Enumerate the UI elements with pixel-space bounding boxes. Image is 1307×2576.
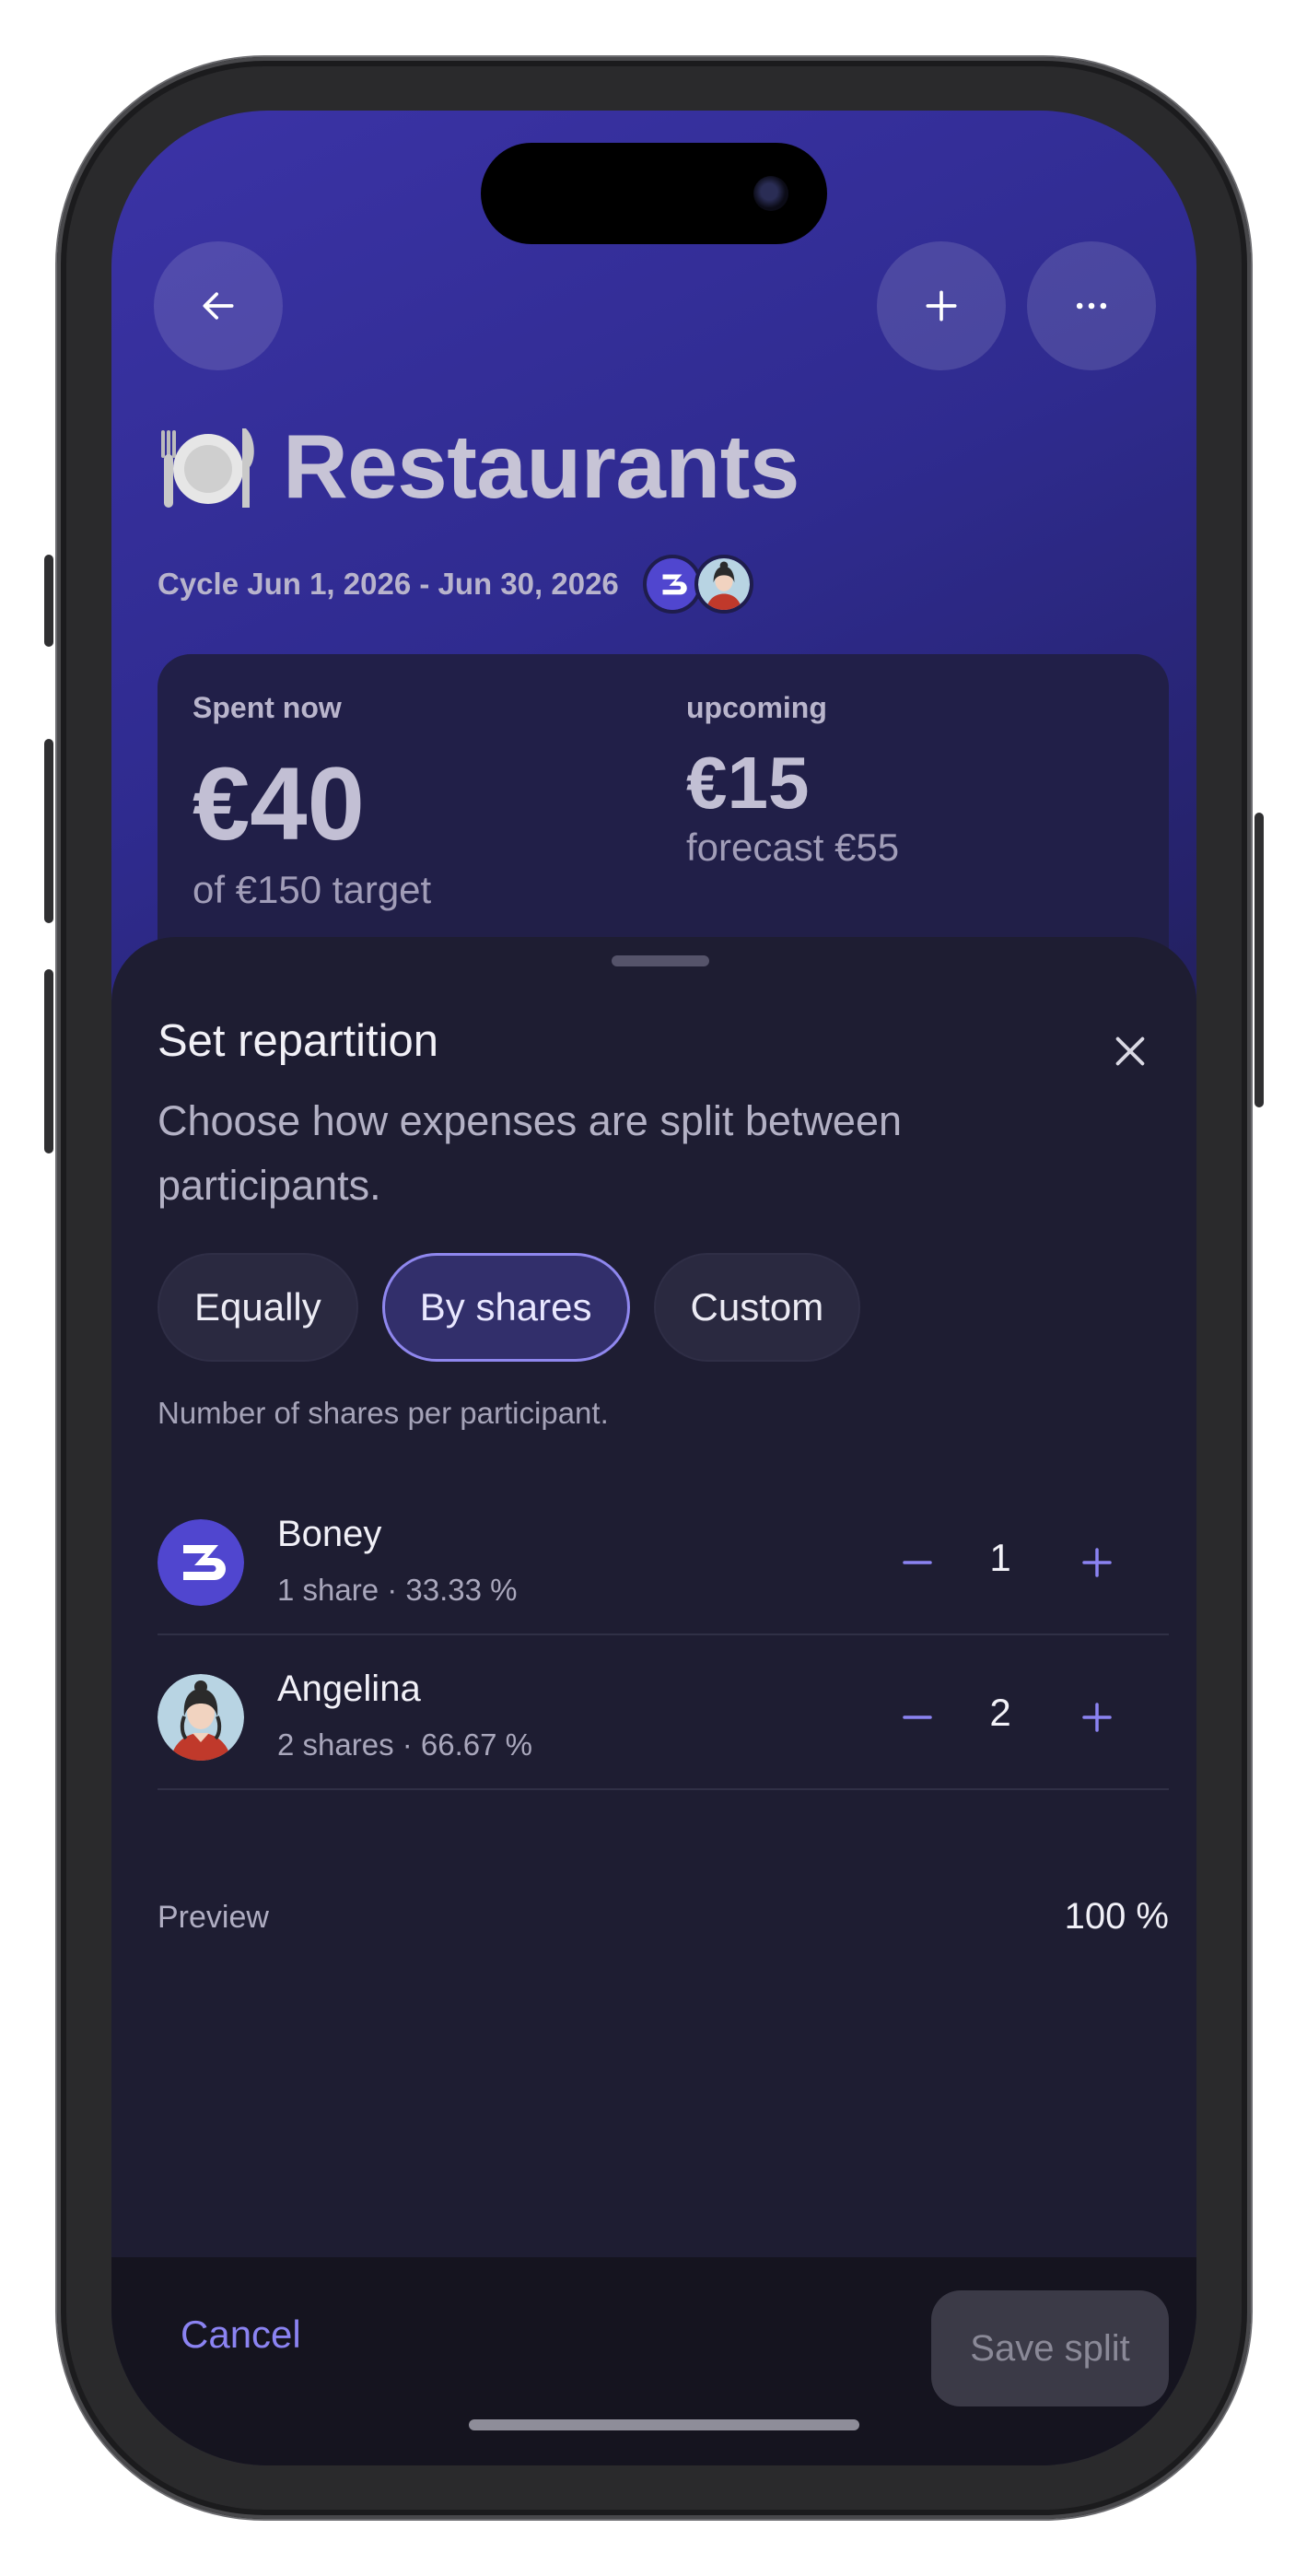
plus-icon (926, 290, 957, 322)
sheet-grabber[interactable] (612, 955, 709, 966)
cancel-button[interactable]: Cancel (181, 2313, 301, 2357)
minus-icon (903, 1715, 932, 1719)
participant-share-info: 2 shares · 66.67 % (277, 1727, 532, 1762)
title-row: Restaurants (158, 415, 799, 519)
add-button[interactable] (877, 241, 1006, 370)
more-button[interactable] (1027, 241, 1156, 370)
participant-name: Boney (277, 1514, 382, 1554)
participant-name: Angelina (277, 1669, 421, 1709)
preview-label: Preview (158, 1900, 269, 1935)
repartition-sheet: Set repartition Choose how expenses are … (111, 937, 1196, 2465)
close-icon (1115, 1036, 1145, 1066)
sheet-footer: Cancel Save split (111, 2257, 1196, 2465)
spent-value: €40 (193, 746, 365, 861)
volume-down-button (44, 969, 53, 1153)
upcoming-value: €15 (686, 742, 810, 824)
back-button[interactable] (154, 241, 283, 370)
sheet-description: Choose how expenses are split between pa… (158, 1097, 903, 1209)
participant-row-angelina: Angelina 2 shares · 66.67 % 2 (158, 1635, 1169, 1790)
shares-value: 1 (989, 1536, 1011, 1579)
mode-equally-button[interactable]: Equally (158, 1253, 358, 1362)
minus-icon (903, 1561, 932, 1564)
plus-icon (1082, 1548, 1112, 1577)
power-button (1254, 813, 1264, 1107)
more-horizontal-icon (1076, 302, 1107, 310)
upcoming-label: upcoming (686, 691, 827, 724)
mode-hint: Number of shares per participant. (158, 1396, 609, 1430)
action-button (44, 555, 53, 647)
preview-total: 100 % (1064, 1896, 1169, 1937)
close-button[interactable] (1103, 1024, 1158, 1079)
shares-value: 2 (989, 1691, 1011, 1734)
participant-avatars[interactable] (642, 555, 753, 614)
screen: Restaurants Cycle Jun 1, 2026 - Jun 30, … (111, 111, 1196, 2465)
mode-custom-button[interactable]: Custom (653, 1253, 861, 1362)
target-text: of €150 target (193, 868, 432, 911)
participant-row-boney: Boney 1 share · 33.33 % 1 (158, 1481, 1169, 1635)
angelina-avatar (694, 555, 753, 614)
dynamic-island (481, 143, 827, 244)
decrease-shares-button[interactable] (885, 1685, 950, 1750)
increase-shares-button[interactable] (1065, 1685, 1129, 1750)
camera-icon (753, 176, 788, 211)
fork-knife-plate-icon (158, 421, 259, 513)
decrease-shares-button[interactable] (885, 1530, 950, 1595)
increase-shares-button[interactable] (1065, 1530, 1129, 1595)
angelina-avatar (158, 1674, 244, 1761)
forecast-text: forecast €55 (686, 825, 900, 869)
page-title: Restaurants (283, 416, 799, 517)
home-indicator[interactable] (469, 2419, 859, 2430)
boney-avatar (642, 555, 702, 614)
cycle-dates: Cycle Jun 1, 2026 - Jun 30, 2026 (158, 567, 619, 601)
arrow-left-icon (203, 292, 234, 320)
sheet-title: Set repartition (158, 1016, 439, 1066)
spent-label: Spent now (193, 691, 342, 724)
save-split-button[interactable]: Save split (931, 2290, 1169, 2406)
split-mode-selector: Equally By shares Custom (158, 1253, 861, 1362)
plus-icon (1082, 1703, 1112, 1732)
mode-by-shares-button[interactable]: By shares (381, 1253, 630, 1362)
boney-avatar (158, 1519, 244, 1606)
volume-up-button (44, 739, 53, 923)
summary-card: Spent now €40 of €150 target upcoming €1… (158, 654, 1169, 986)
participant-share-info: 1 share · 33.33 % (277, 1573, 518, 1607)
cycle-row: Cycle Jun 1, 2026 - Jun 30, 2026 (158, 555, 753, 614)
